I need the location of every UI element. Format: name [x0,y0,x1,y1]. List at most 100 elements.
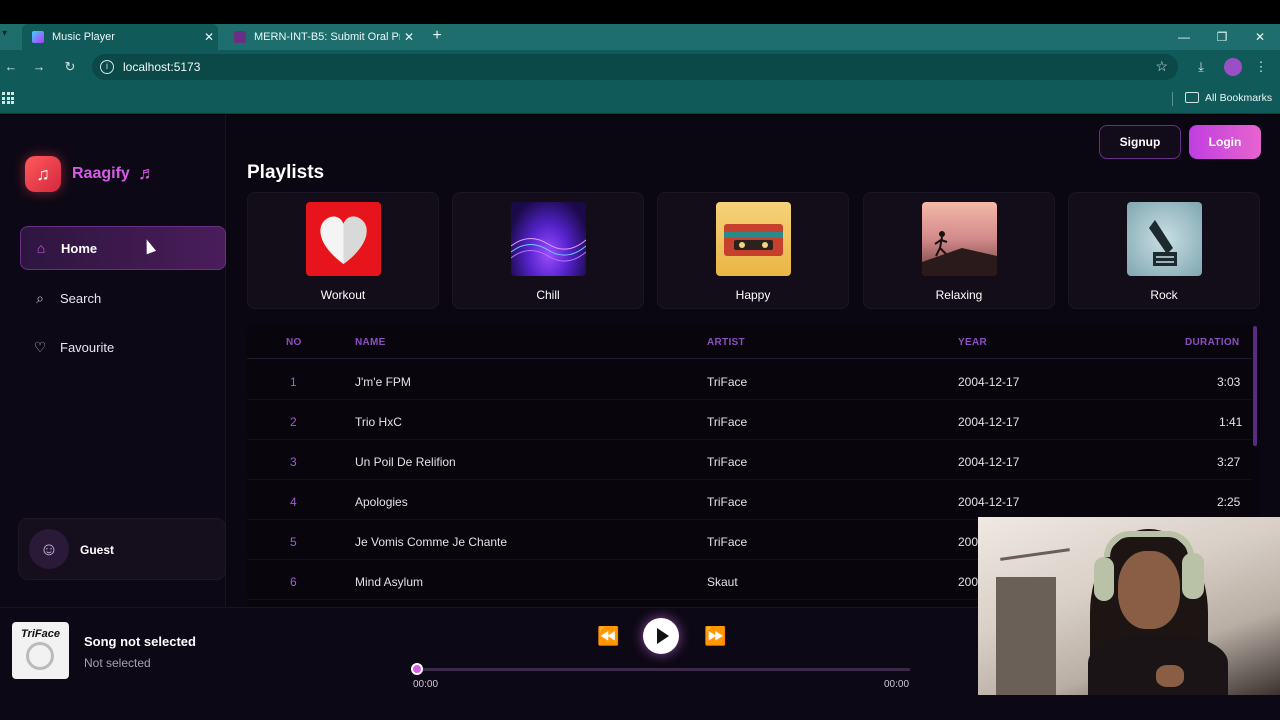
heart-icon: ♡ [33,338,47,355]
bookmark-star-icon[interactable]: ☆ [1155,58,1168,75]
user-card[interactable]: ☺ Guest [18,518,226,580]
current-time: 00:00 [413,679,439,690]
playlist-name: Relaxing [935,288,983,302]
all-bookmarks-link[interactable]: All Bookmarks [1205,92,1272,104]
cover-emblem-icon [26,642,54,670]
album-cover: TriFace [12,622,69,679]
sidebar-item-search[interactable]: ⌕ Search [20,276,226,320]
apps-grid-icon[interactable] [2,92,14,104]
search-icon: ⌕ [36,289,44,306]
sidebar-item-label: Search [60,290,102,306]
sidebar-item-home[interactable]: ⌂ Home [20,226,226,270]
playlist-card-chill[interactable]: Chill [452,192,644,309]
tab-title: MERN-INT-B5: Submit Oral Pre [254,31,400,43]
table-scrollbar[interactable] [1253,326,1257,446]
tab-music-player[interactable]: Music Player ✕ [22,24,218,50]
person-body [1088,635,1228,695]
headphone-right [1182,553,1204,599]
song-number: 6 [290,575,297,589]
playlist-card-rock[interactable]: Rock [1068,192,1260,309]
bookmarks-bar: All Bookmarks [0,84,1280,114]
login-button[interactable]: Login [1189,125,1261,159]
progress-handle[interactable] [411,663,423,675]
now-playing-subtitle: Not selected [84,656,151,670]
table-row[interactable]: 3 Un Poil De Relifion TriFace 2004-12-17… [247,440,1252,480]
table-row[interactable]: 1 J'm'e FPM TriFace 2004-12-17 3:03 [247,360,1252,400]
song-year: 2004-12-17 [958,375,1020,389]
table-row[interactable]: 4 Apologies TriFace 2004-12-17 2:25 [247,480,1252,520]
column-header-year: YEAR [958,337,987,348]
song-artist: Skaut [707,575,738,589]
cassette-art-icon [716,202,791,276]
close-tab-icon[interactable]: ✕ [200,30,218,44]
song-artist: TriFace [707,495,748,509]
profile-avatar-icon[interactable] [1224,58,1242,76]
webcam-overlay [978,517,1280,695]
song-name: Un Poil De Relifion [355,455,456,469]
song-year: 2004-12-17 [958,415,1020,429]
background-door [996,577,1056,695]
progress-track[interactable] [417,668,910,671]
now-playing-title: Song not selected [84,634,196,649]
tab-title: Music Player [52,31,115,43]
song-number: 3 [290,455,297,469]
person-hand [1156,665,1184,687]
url-text: localhost:5173 [123,60,201,74]
play-button[interactable] [643,618,679,654]
sidebar-item-favourite[interactable]: ♡ Favourite [20,325,226,369]
close-window-icon[interactable]: ✕ [1241,24,1279,50]
table-row[interactable]: 2 Trio HxC TriFace 2004-12-17 1:41 [247,400,1252,440]
song-number: 2 [290,415,297,429]
close-tab-icon[interactable]: ✕ [400,30,418,44]
song-year: 200 [958,535,979,549]
playlist-name: Workout [320,288,366,302]
reload-icon[interactable]: ↻ [61,58,79,76]
song-artist: TriFace [707,535,748,549]
heart-art-icon [306,202,381,276]
download-icon[interactable]: ⤓ [1192,58,1210,76]
user-name: Guest [80,543,115,557]
minimize-icon[interactable]: — [1165,24,1203,50]
sidebar-item-label: Favourite [60,339,115,355]
ceiling-fan [1000,548,1070,561]
song-name: Apologies [355,495,408,509]
os-top-bar [0,0,1280,24]
address-bar[interactable]: i localhost:5173 ☆ [92,54,1178,80]
playlist-card-workout[interactable]: Workout [247,192,439,309]
back-icon[interactable]: ← [2,58,20,76]
song-artist: TriFace [707,375,748,389]
tab-search-icon[interactable]: ▾ [2,28,16,44]
tab-mern[interactable]: MERN-INT-B5: Submit Oral Pre ✕ [224,24,418,50]
song-name: Je Vomis Comme Je Chante [355,535,508,549]
music-note-icon: ♬ [138,163,156,183]
song-duration: 2:25 [1217,495,1241,509]
column-header-duration: DURATION [1185,337,1240,348]
brand-name: Raagify [72,165,130,182]
runner-sunset-art-icon [922,202,997,276]
previous-track-icon[interactable]: ⏪ [597,626,619,647]
vite-favicon-icon [32,31,44,43]
playlist-card-happy[interactable]: Happy [657,192,849,309]
forward-icon[interactable]: → [30,58,48,76]
site-info-icon[interactable]: i [100,60,114,74]
playlist-card-relaxing[interactable]: Relaxing [863,192,1055,309]
bookmarks-divider [1172,92,1173,106]
restore-icon[interactable]: ❐ [1203,24,1241,50]
next-track-icon[interactable]: ⏩ [704,626,726,647]
person-face [1118,551,1180,629]
column-header-no: NO [286,337,302,348]
song-name: Trio HxC [355,415,402,429]
menu-kebab-icon[interactable]: ⋮ [1252,58,1270,76]
site-favicon-icon [234,31,246,43]
rock-guitar-art-icon [1127,202,1202,276]
sidebar: ♫ Raagify ♬ ⌂ Home ⌕ Search ♡ Favourite … [0,115,226,607]
column-header-artist: ARTIST [707,337,745,348]
cover-artist-logo: TriFace [21,628,60,640]
new-tab-icon[interactable]: + [428,27,446,45]
song-name: J'm'e FPM [355,375,411,389]
song-duration: 1:41 [1219,415,1243,429]
song-artist: TriFace [707,455,748,469]
signup-button[interactable]: Signup [1099,125,1181,159]
music-app: ♫ Raagify ♬ ⌂ Home ⌕ Search ♡ Favourite … [0,115,1280,720]
playlists-title: Playlists [247,162,325,183]
